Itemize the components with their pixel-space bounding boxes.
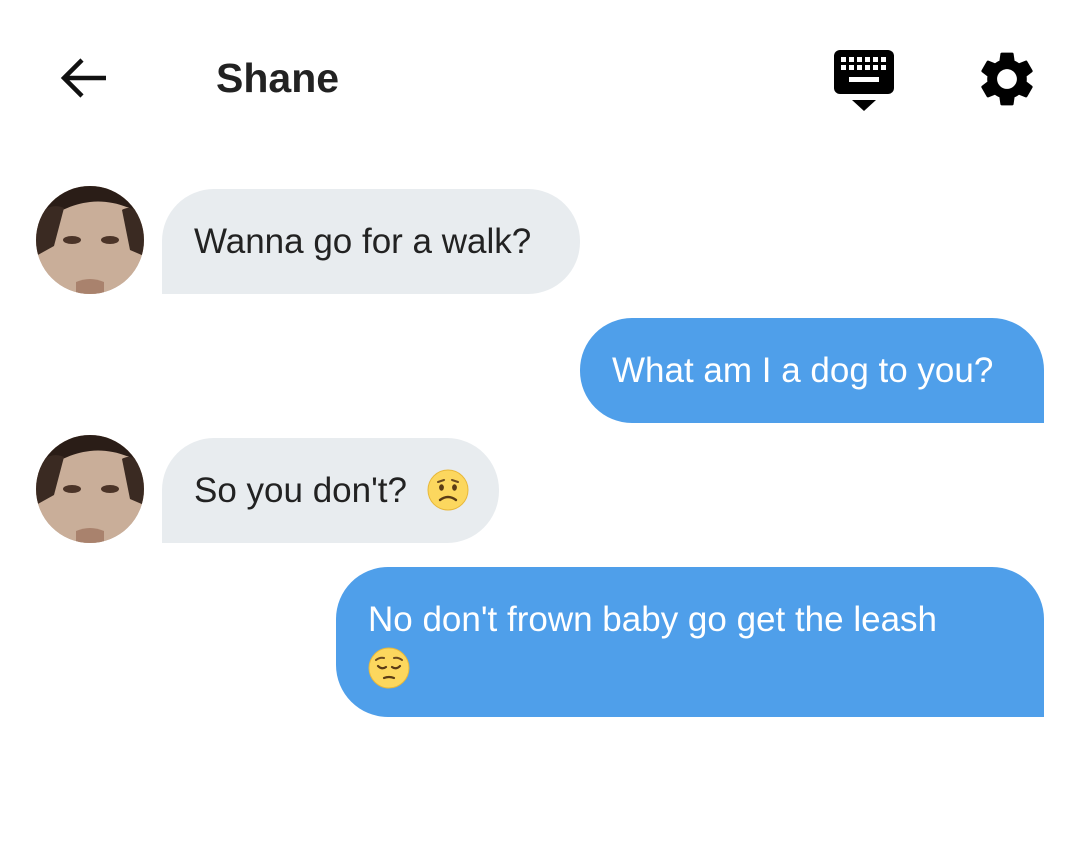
message-row-incoming: Wanna go for a walk? bbox=[0, 186, 1080, 296]
avatar[interactable] bbox=[36, 186, 144, 294]
message-bubble-incoming[interactable]: Wanna go for a walk? bbox=[162, 189, 580, 294]
message-text: No don't frown baby go get the leash bbox=[368, 600, 938, 639]
avatar[interactable] bbox=[36, 435, 144, 543]
hide-keyboard-button[interactable] bbox=[830, 48, 898, 114]
top-bar: Shane bbox=[0, 0, 1080, 150]
message-text: Wanna go for a walk? bbox=[194, 222, 532, 261]
message-text: So you don't? bbox=[194, 471, 407, 510]
conversation-title: Shane bbox=[216, 55, 340, 101]
worried-face-emoji bbox=[427, 469, 469, 511]
message-bubble-outgoing[interactable]: What am I a dog to you? bbox=[580, 318, 1044, 423]
message-bubble-outgoing[interactable]: No don't frown baby go get the leash bbox=[336, 567, 1044, 717]
gear-icon bbox=[981, 52, 1033, 106]
avatar-photo bbox=[36, 186, 144, 294]
keyboard-hide-icon bbox=[834, 50, 894, 111]
message-bubble-incoming[interactable]: So you don't? bbox=[162, 438, 499, 543]
message-text: What am I a dog to you? bbox=[612, 351, 994, 390]
back-arrow-icon bbox=[60, 58, 106, 98]
back-button[interactable] bbox=[54, 50, 114, 106]
pensive-face-emoji bbox=[368, 647, 410, 689]
message-row-incoming: So you don't? bbox=[0, 435, 1080, 545]
avatar-photo bbox=[36, 435, 144, 543]
settings-button[interactable] bbox=[974, 46, 1040, 112]
